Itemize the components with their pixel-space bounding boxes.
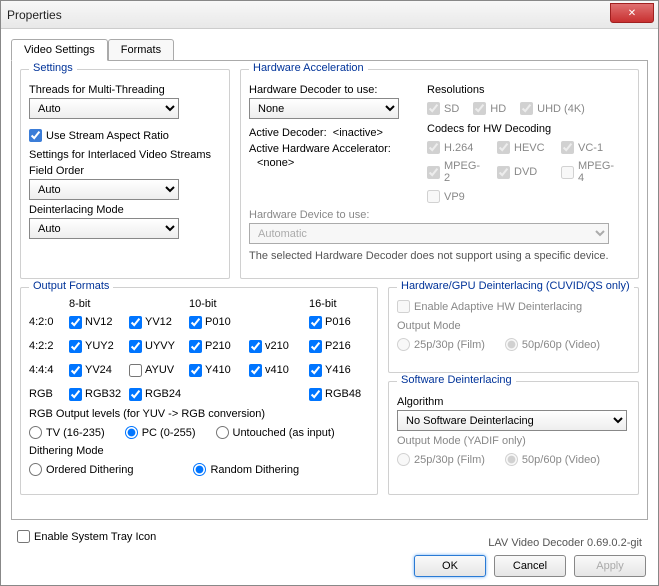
chk-y416[interactable] [309,364,322,377]
codec-mpeg2-checkbox [427,166,440,179]
codec-vc1-checkbox [561,141,574,154]
chk-rgb32[interactable] [69,388,82,401]
codec-mpeg4-checkbox [561,166,574,179]
hw-device-hint: The selected Hardware Decoder does not s… [249,250,630,262]
rgb-pc-radio[interactable] [125,426,138,439]
hw-decoder-select[interactable]: None [249,98,399,119]
codec-h264-checkbox [427,141,440,154]
chk-v210[interactable] [249,340,262,353]
swdeint-algo-label: Algorithm [397,396,630,408]
tab-video-settings[interactable]: Video Settings [11,39,108,61]
field-order-label: Field Order [29,165,221,177]
dither-random-radio[interactable] [193,463,206,476]
chk-uyvy[interactable] [129,340,142,353]
tabs: Video Settings Formats [11,39,648,61]
chk-yv24[interactable] [69,364,82,377]
systray-checkbox[interactable] [17,530,30,543]
chk-ayuv[interactable] [129,364,142,377]
tab-formats[interactable]: Formats [108,39,174,61]
output-formats-group: Output Formats 8-bit 10-bit 16-bit 4:2:0… [20,287,378,495]
hdr-8bit: 8-bit [69,298,189,310]
res-hd-label: HD [490,103,506,115]
hdr-10bit: 10-bit [189,298,309,310]
swdeint-video-radio [505,453,518,466]
version-label: LAV Video Decoder 0.69.0.2-git [488,537,642,549]
codec-dvd-checkbox [497,166,510,179]
chk-y410[interactable] [189,364,202,377]
use-stream-ar-checkbox[interactable] [29,129,42,142]
active-accel-label: Active Hardware Accelerator: [249,143,419,155]
chk-rgb48[interactable] [309,388,322,401]
chk-nv12[interactable] [69,316,82,329]
hwdeint-film-radio [397,338,410,351]
dither-ordered-radio[interactable] [29,463,42,476]
hw-deint-group: Hardware/GPU Deinterlacing (CUVID/QS onl… [388,287,639,373]
chk-yuy2[interactable] [69,340,82,353]
window-title: Properties [7,8,62,22]
hwdeint-legend: Hardware/GPU Deinterlacing (CUVID/QS onl… [397,280,634,292]
titlebar: Properties ✕ [1,1,658,29]
chk-p216[interactable] [309,340,322,353]
outfmt-legend: Output Formats [29,280,113,292]
res-uhd-label: UHD (4K) [537,103,585,115]
hw-decoder-label: Hardware Decoder to use: [249,84,419,96]
swdeint-outmode-label: Output Mode (YADIF only) [397,435,630,447]
hdr-16bit: 16-bit [309,298,369,310]
field-order-select[interactable]: Auto [29,179,179,200]
deint-mode-label: Deinterlacing Mode [29,204,221,216]
rgb-untouched-radio[interactable] [216,426,229,439]
active-decoder-label: Active Decoder: [249,127,327,139]
codec-hevc-checkbox [497,141,510,154]
sw-deint-group: Software Deinterlacing Algorithm No Soft… [388,381,639,495]
hw-device-label: Hardware Device to use: [249,209,630,221]
enable-hw-deint-checkbox [397,300,410,313]
swdeint-algo-select[interactable]: No Software Deinterlacing [397,410,627,431]
rgb-levels-label: RGB Output levels (for YUV -> RGB conver… [29,408,369,420]
threads-select[interactable]: Auto [29,98,179,119]
res-uhd-checkbox [520,102,533,115]
hwdeint-video-radio [505,338,518,351]
chk-v410[interactable] [249,364,262,377]
res-hd-checkbox [473,102,486,115]
chk-p210[interactable] [189,340,202,353]
codecs-label: Codecs for HW Decoding [427,123,630,135]
swdeint-legend: Software Deinterlacing [397,374,516,386]
use-stream-ar-label: Use Stream Aspect Ratio [46,130,169,142]
swdeint-film-radio [397,453,410,466]
chk-yv12[interactable] [129,316,142,329]
active-decoder-value: <inactive> [333,127,383,139]
deint-mode-select[interactable]: Auto [29,218,179,239]
close-button[interactable]: ✕ [610,3,654,23]
interlaced-settings-label: Settings for Interlaced Video Streams [29,149,221,161]
hwdeint-outmode-label: Output Mode [397,320,630,332]
res-sd-checkbox [427,102,440,115]
threads-label: Threads for Multi-Threading [29,84,221,96]
hw-device-select: Automatic [249,223,609,244]
hw-accel-group: Hardware Acceleration Hardware Decoder t… [240,69,639,279]
systray-label: Enable System Tray Icon [34,531,156,543]
res-sd-label: SD [444,103,459,115]
settings-legend: Settings [29,62,77,74]
ok-button[interactable]: OK [414,555,486,577]
chk-p010[interactable] [189,316,202,329]
apply-button[interactable]: Apply [574,555,646,577]
chk-p016[interactable] [309,316,322,329]
hw-legend: Hardware Acceleration [249,62,368,74]
resolutions-label: Resolutions [427,84,630,96]
row-420: 4:2:0 [29,316,69,328]
rgb-tv-radio[interactable] [29,426,42,439]
active-accel-value: <none> [257,157,419,169]
row-rgb: RGB [29,388,69,400]
dither-label: Dithering Mode [29,445,369,457]
cancel-button[interactable]: Cancel [494,555,566,577]
chk-rgb24[interactable] [129,388,142,401]
settings-group: Settings Threads for Multi-Threading Aut… [20,69,230,279]
codec-vp9-checkbox [427,190,440,203]
row-422: 4:2:2 [29,340,69,352]
row-444: 4:4:4 [29,364,69,376]
